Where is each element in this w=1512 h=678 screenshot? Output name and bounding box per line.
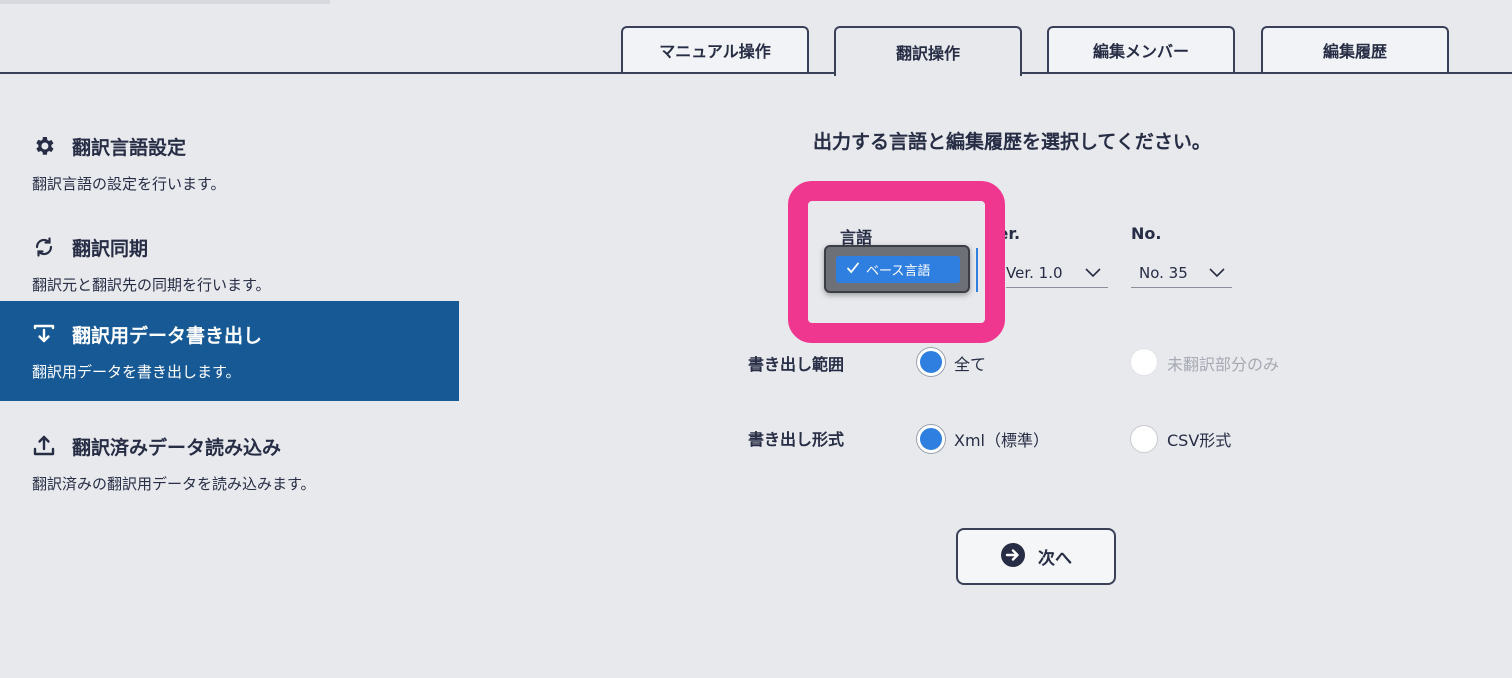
chevron-down-icon xyxy=(1084,264,1102,282)
export-format-label: 書き出し形式 xyxy=(748,430,845,449)
sidebar-item-description: 翻訳済みの翻訳用データを読み込みます。 xyxy=(32,475,316,493)
export-range-label: 書き出し範囲 xyxy=(748,355,845,374)
sidebar-item-import-data[interactable]: 翻訳済みデータ読み込み 翻訳済みの翻訳用データを読み込みます。 xyxy=(0,413,459,513)
sidebar-item-title: 翻訳用データ書き出し xyxy=(72,325,263,347)
tab-label: 編集メンバー xyxy=(1092,42,1189,61)
number-label: No. xyxy=(1131,224,1162,243)
radio-untranslated-only[interactable] xyxy=(1130,348,1158,376)
language-dropdown[interactable]: ベース言語 xyxy=(824,245,970,293)
radio-xml-label[interactable]: Xml（標準） xyxy=(954,427,1049,451)
chevron-down-icon xyxy=(1208,264,1226,282)
sync-icon xyxy=(31,234,57,260)
radio-untranslated-only-label[interactable]: 未翻訳部分のみ xyxy=(1167,351,1279,375)
next-button-label: 次へ xyxy=(1038,549,1072,569)
sidebar-item-title: 翻訳済みデータ読み込み xyxy=(72,437,282,459)
version-value: Ver. 1.0 xyxy=(1006,263,1063,282)
radio-csv-label[interactable]: CSV形式 xyxy=(1167,427,1231,451)
topbar-remnant xyxy=(0,0,330,4)
tab-manual-operation[interactable]: マニュアル操作 xyxy=(621,26,809,72)
next-button[interactable]: 次へ xyxy=(956,528,1116,585)
tab-label: 翻訳操作 xyxy=(895,44,960,63)
checkmark-icon xyxy=(846,261,860,279)
tab-label: 編集履歴 xyxy=(1322,42,1387,61)
instruction-text: 出力する言語と編集履歴を選択してください。 xyxy=(813,131,1211,153)
tab-edit-history[interactable]: 編集履歴 xyxy=(1261,26,1449,72)
tab-translation-operation[interactable]: 翻訳操作 xyxy=(834,26,1022,76)
radio-all-label[interactable]: 全て xyxy=(954,351,986,375)
sidebar-item-title: 翻訳言語設定 xyxy=(72,137,187,159)
sidebar-item-description: 翻訳言語の設定を行います。 xyxy=(32,175,226,193)
gear-icon xyxy=(31,133,57,159)
sidebar-item-language-settings[interactable]: 翻訳言語設定 翻訳言語の設定を行います。 xyxy=(0,113,459,213)
upload-icon xyxy=(31,433,57,459)
sidebar-item-description: 翻訳元と翻訳先の同期を行います。 xyxy=(32,276,271,294)
language-option-base[interactable]: ベース言語 xyxy=(836,256,960,283)
arrow-right-circle-icon xyxy=(1000,542,1026,572)
sidebar-item-export-data[interactable]: 翻訳用データ書き出し 翻訳用データを書き出します。 xyxy=(0,301,459,401)
radio-csv[interactable] xyxy=(1130,425,1158,453)
tab-edit-members[interactable]: 編集メンバー xyxy=(1047,26,1235,72)
number-value: No. 35 xyxy=(1139,263,1188,282)
language-option-label: ベース言語 xyxy=(866,264,931,279)
language-select-edge[interactable] xyxy=(972,248,978,292)
tab-underline xyxy=(0,72,1512,74)
sidebar-item-title: 翻訳同期 xyxy=(72,238,149,260)
radio-xml[interactable] xyxy=(917,425,945,453)
tab-label: マニュアル操作 xyxy=(659,42,771,61)
version-select[interactable]: Ver. 1.0 xyxy=(1006,258,1108,288)
download-icon xyxy=(31,321,57,347)
radio-all[interactable] xyxy=(917,348,945,376)
version-label: Ver. xyxy=(986,224,1021,243)
sidebar-item-description: 翻訳用データを書き出します。 xyxy=(32,363,241,381)
sidebar-item-translation-sync[interactable]: 翻訳同期 翻訳元と翻訳先の同期を行います。 xyxy=(0,214,459,314)
number-select[interactable]: No. 35 xyxy=(1131,258,1232,288)
